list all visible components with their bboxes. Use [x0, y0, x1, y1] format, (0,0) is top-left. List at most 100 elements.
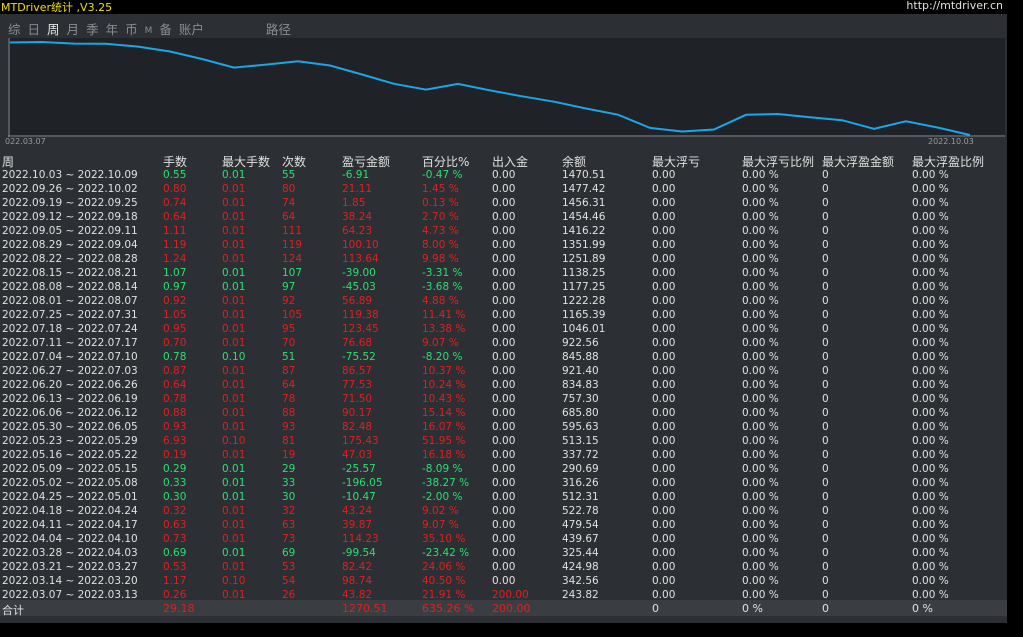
table-row[interactable]: 2022.06.27 ~ 2022.07.03 0.87 0.01 87 86.57 10… — [0, 365, 1007, 379]
table-row[interactable]: 2022.07.11 ~ 2022.07.17 0.70 0.01 70 76.68 9.… — [0, 337, 1007, 351]
table-cell-count: 87 — [282, 365, 296, 377]
table-cell-mfep: 0.00 % — [912, 435, 949, 447]
table-row[interactable]: 2022.05.23 ~ 2022.05.29 6.93 0.10 81 175.43 5… — [0, 435, 1007, 449]
table-cell-bal: 1454.46 — [562, 211, 606, 223]
table-row[interactable]: 2022.08.29 ~ 2022.09.04 1.19 0.01 119 100.10… — [0, 239, 1007, 253]
table-row[interactable]: 2022.04.11 ~ 2022.04.17 0.63 0.01 63 39.87 9.… — [0, 519, 1007, 533]
tab-1[interactable]: 日 — [28, 19, 41, 38]
table-cell-mfe: 0 — [822, 407, 829, 419]
table-cell-pnl: 119.38 — [342, 309, 379, 321]
table-cell-maxlots: 0.01 — [222, 379, 246, 391]
table-row[interactable]: 2022.08.15 ~ 2022.08.21 1.07 0.01 107 -39.00… — [0, 267, 1007, 281]
table-cell-flow: 0.00 — [492, 365, 516, 377]
table-cell-pnl: 175.43 — [342, 435, 379, 447]
tab-2[interactable]: 周 — [47, 19, 60, 38]
table-cell-count: 32 — [282, 505, 296, 517]
table-cell-week: 2022.04.11 ~ 2022.04.17 — [2, 519, 138, 531]
table-row[interactable]: 2022.06.20 ~ 2022.06.26 0.64 0.01 64 77.53 10… — [0, 379, 1007, 393]
table-row[interactable]: 2022.06.13 ~ 2022.06.19 0.78 0.01 78 71.50 10… — [0, 393, 1007, 407]
table-cell-pnl: 86.57 — [342, 365, 373, 377]
tab-3[interactable]: 月 — [67, 19, 80, 38]
table-cell-mddp: 0.00 % — [742, 183, 779, 195]
table-cell-bal: 316.26 — [562, 477, 599, 489]
tab-7[interactable]: M — [145, 26, 153, 36]
table-row[interactable]: 2022.07.04 ~ 2022.07.10 0.78 0.10 51 -75.52 -… — [0, 351, 1007, 365]
table-cell-mdd: 0.00 — [652, 337, 676, 349]
table-cell-week: 2022.08.22 ~ 2022.08.28 — [2, 253, 138, 265]
table-cell-mfe: 0 — [822, 197, 829, 209]
table-cell-mfep: 0.00 % — [912, 239, 949, 251]
table-cell-mddp: 0.00 % — [742, 225, 779, 237]
website-link[interactable]: http://mtdriver.cn — [906, 0, 1003, 12]
table-row[interactable]: 2022.03.14 ~ 2022.03.20 1.17 0.10 54 98.74 40… — [0, 575, 1007, 589]
table-cell-count: 124 — [282, 253, 303, 265]
table-cell-lots: 0.95 — [163, 323, 187, 335]
table-row[interactable]: 2022.04.18 ~ 2022.04.24 0.32 0.01 32 43.24 9.… — [0, 505, 1007, 519]
table-row[interactable]: 2022.09.12 ~ 2022.09.18 0.64 0.01 64 38.24 2.… — [0, 211, 1007, 225]
tab-10[interactable]: 路径 — [266, 19, 291, 38]
table-cell-maxlots: 0.01 — [222, 183, 246, 195]
total-flow: 200.00 — [492, 602, 531, 615]
table-row[interactable]: 2022.05.30 ~ 2022.06.05 0.93 0.01 93 82.48 16… — [0, 421, 1007, 435]
table-cell-mddp: 0.00 % — [742, 519, 779, 531]
table-row[interactable]: 2022.07.18 ~ 2022.07.24 0.95 0.01 95 123.45 1… — [0, 323, 1007, 337]
table-cell-mddp: 0.00 % — [742, 281, 779, 293]
table-cell-mddp: 0.00 % — [742, 463, 779, 475]
table-row[interactable]: 2022.04.04 ~ 2022.04.10 0.73 0.01 73 114.23 3… — [0, 533, 1007, 547]
table-cell-mddp: 0.00 % — [742, 533, 779, 545]
table-row[interactable]: 2022.07.25 ~ 2022.07.31 1.05 0.01 105 119.38… — [0, 309, 1007, 323]
tab-4[interactable]: 季 — [86, 19, 99, 38]
table-cell-count: 70 — [282, 337, 296, 349]
table-cell-bal: 325.44 — [562, 547, 599, 559]
table-cell-maxlots: 0.01 — [222, 225, 246, 237]
table-row[interactable]: 2022.06.06 ~ 2022.06.12 0.88 0.01 88 90.17 15… — [0, 407, 1007, 421]
table-cell-maxlots: 0.01 — [222, 533, 246, 545]
table-cell-mddp: 0.00 % — [742, 323, 779, 335]
tab-6[interactable]: 币 — [125, 19, 138, 38]
table-row[interactable]: 2022.05.02 ~ 2022.05.08 0.33 0.01 33 -196.05… — [0, 477, 1007, 491]
column-header: 周 — [2, 155, 15, 169]
tab-5[interactable]: 年 — [106, 19, 119, 38]
table-row[interactable]: 2022.08.08 ~ 2022.08.14 0.97 0.01 97 -45.03 -… — [0, 281, 1007, 295]
table-cell-week: 2022.08.01 ~ 2022.08.07 — [2, 295, 138, 307]
table-cell-week: 2022.04.25 ~ 2022.05.01 — [2, 491, 138, 503]
table-cell-pnl: 39.87 — [342, 519, 373, 531]
table-cell-mddp: 0.00 % — [742, 491, 779, 503]
table-cell-bal: 290.69 — [562, 463, 599, 475]
table-cell-mfe: 0 — [822, 435, 829, 447]
table-cell-week: 2022.06.13 ~ 2022.06.19 — [2, 393, 138, 405]
table-cell-mddp: 0.00 % — [742, 211, 779, 223]
table-row[interactable]: 2022.08.22 ~ 2022.08.28 1.24 0.01 124 113.64… — [0, 253, 1007, 267]
table-row[interactable]: 2022.08.01 ~ 2022.08.07 0.92 0.01 92 56.89 4.… — [0, 295, 1007, 309]
table-row[interactable]: 2022.09.19 ~ 2022.09.25 0.74 0.01 74 1.85 0.1… — [0, 197, 1007, 211]
table-row[interactable]: 2022.05.09 ~ 2022.05.15 0.29 0.01 29 -25.57 -… — [0, 463, 1007, 477]
table-cell-lots: 6.93 — [163, 435, 187, 447]
table-cell-pnl: -25.57 — [342, 463, 376, 475]
table-cell-bal: 685.80 — [562, 407, 599, 419]
table-cell-mdd: 0.00 — [652, 197, 676, 209]
table-cell-maxlots: 0.01 — [222, 393, 246, 405]
table-row[interactable]: 2022.03.21 ~ 2022.03.27 0.53 0.01 53 82.42 24… — [0, 561, 1007, 575]
table-cell-pct: 8.00 % — [422, 239, 459, 251]
table-cell-pct: 4.88 % — [422, 295, 459, 307]
table-row[interactable]: 2022.05.16 ~ 2022.05.22 0.19 0.01 19 47.03 16… — [0, 449, 1007, 463]
table-row[interactable]: 2022.04.25 ~ 2022.05.01 0.30 0.01 30 -10.47 -… — [0, 491, 1007, 505]
table-row[interactable]: 2022.09.05 ~ 2022.09.11 1.11 0.01 111 64.23 4… — [0, 225, 1007, 239]
table-cell-mfe: 0 — [822, 365, 829, 377]
table-cell-maxlots: 0.01 — [222, 561, 246, 573]
period-tabs: 综日周月季年币 M 备账户 路径 — [8, 19, 298, 37]
table-cell-pnl: 77.53 — [342, 379, 373, 391]
table-cell-lots: 0.63 — [163, 519, 187, 531]
table-cell-week: 2022.06.06 ~ 2022.06.12 — [2, 407, 138, 419]
table-cell-week: 2022.07.04 ~ 2022.07.10 — [2, 351, 138, 363]
table-row[interactable]: 2022.03.28 ~ 2022.04.03 0.69 0.01 69 -99.54 -… — [0, 547, 1007, 561]
table-cell-count: 63 — [282, 519, 296, 531]
table-cell-count: 97 — [282, 281, 296, 293]
tab-9[interactable]: 账户 — [179, 19, 204, 38]
tab-0[interactable]: 综 — [8, 19, 21, 38]
tab-8[interactable]: 备 — [159, 19, 172, 38]
table-cell-lots: 0.64 — [163, 211, 187, 223]
table-row[interactable]: 2022.10.03 ~ 2022.10.09 0.55 0.01 55 -6.91 -0… — [0, 169, 1007, 183]
table-cell-pct: 0.13 % — [422, 197, 459, 209]
table-row[interactable]: 2022.09.26 ~ 2022.10.02 0.80 0.01 80 21.11 1.… — [0, 183, 1007, 197]
